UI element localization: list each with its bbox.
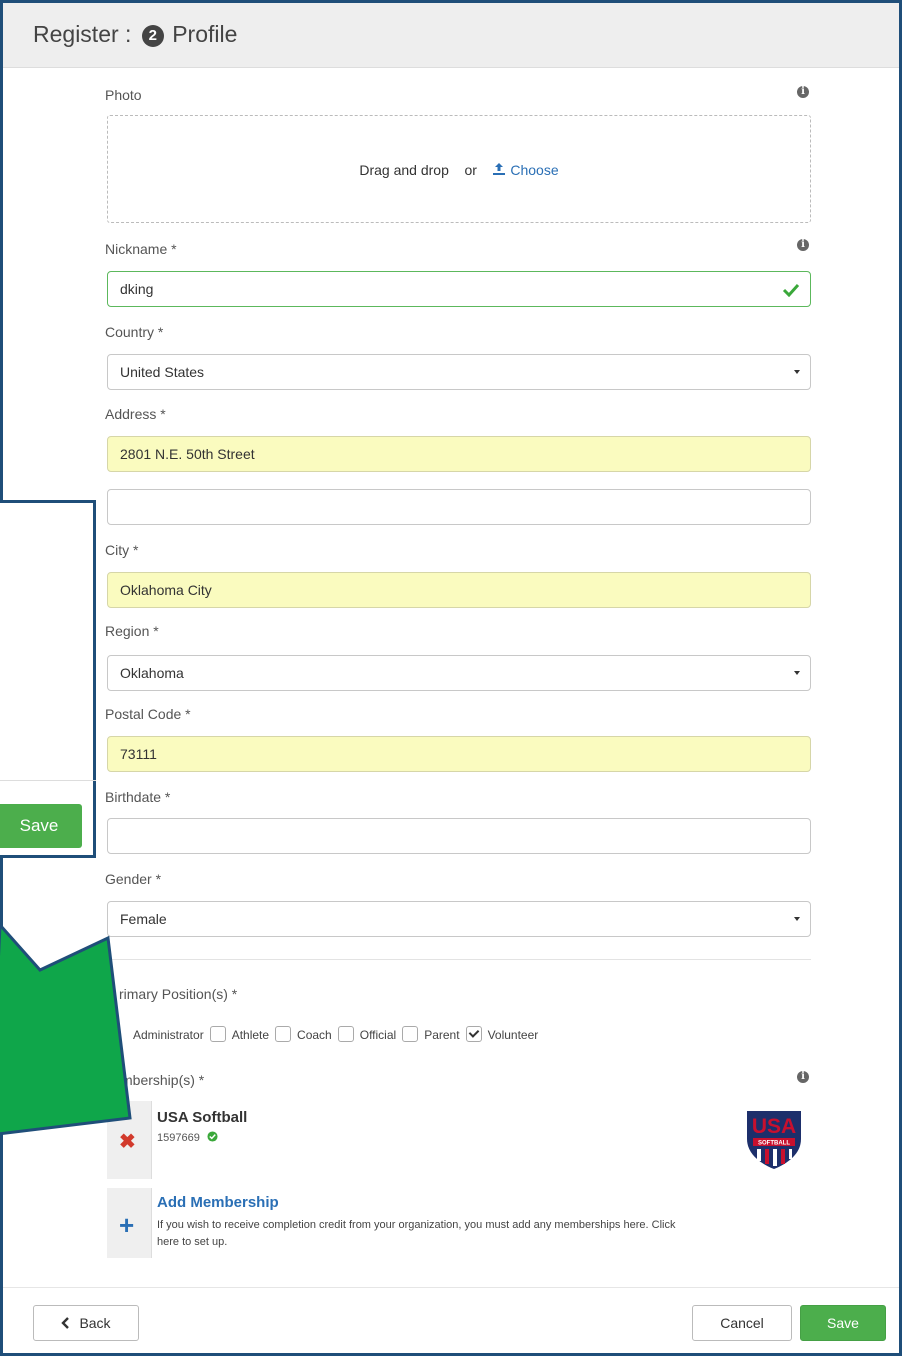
city-input[interactable]: Oklahoma City — [107, 572, 811, 608]
photo-dropzone[interactable]: Drag and drop or Choose — [107, 115, 811, 223]
title-prefix: Register : — [33, 21, 132, 47]
footer-divider — [3, 1287, 899, 1288]
address-line2-input[interactable] — [107, 489, 811, 525]
save-label: Save — [827, 1315, 859, 1331]
gender-select[interactable]: Female — [107, 901, 811, 937]
choose-link[interactable]: Choose — [492, 162, 559, 178]
gender-value: Female — [120, 911, 167, 927]
nickname-value: dking — [120, 281, 154, 297]
country-value: United States — [120, 364, 205, 380]
back-button[interactable]: Back — [33, 1305, 139, 1341]
positions-label: rimary Position(s) * — [119, 986, 238, 1002]
nickname-input[interactable]: dking — [107, 271, 811, 307]
region-label: Region * — [105, 623, 159, 639]
choose-label: Choose — [510, 162, 559, 178]
callout-save-label: Save — [19, 816, 59, 835]
chevron-left-icon — [61, 1317, 70, 1329]
region-value: Oklahoma — [120, 665, 184, 681]
birthdate-label: Birthdate * — [105, 789, 171, 805]
city-value: Oklahoma City — [120, 582, 212, 598]
drag-drop-text: Drag and drop — [359, 162, 449, 178]
remove-membership-button[interactable]: ✖ — [107, 1101, 152, 1179]
usa-softball-logo: USA SOFTBALL — [747, 1111, 801, 1169]
check-icon — [782, 283, 800, 297]
membership-card: ✖ USA Softball 1597669 — [107, 1101, 811, 1181]
add-membership-help-line1: If you wish to receive completion credit… — [157, 1219, 676, 1231]
country-label: Country * — [105, 324, 164, 340]
verified-icon — [207, 1131, 218, 1142]
position-label: Coach — [297, 1028, 332, 1042]
position-label: Official — [359, 1028, 397, 1042]
position-label: Volunteer — [487, 1028, 539, 1042]
address-label: Address * — [105, 406, 166, 422]
region-select[interactable]: Oklahoma — [107, 655, 811, 691]
step-badge: 2 — [141, 25, 164, 47]
position-label: Administrator — [133, 1028, 204, 1042]
remove-icon: ✖ — [119, 1131, 136, 1153]
info-icon[interactable]: i — [797, 1071, 809, 1083]
membership-org: USA Softball — [157, 1109, 248, 1126]
nickname-label: Nickname * — [105, 241, 177, 257]
chevron-down-icon — [794, 671, 800, 675]
page-title: Register : 2 Profile — [33, 21, 237, 48]
page-header: Register : 2 Profile — [3, 3, 899, 68]
plus-icon: + — [119, 1210, 135, 1240]
back-label: Back — [79, 1315, 111, 1331]
cancel-label: Cancel — [720, 1315, 764, 1331]
chevron-down-icon — [794, 370, 800, 374]
postal-label: Postal Code * — [105, 706, 191, 722]
add-membership-help: If you wish to receive completion credit… — [157, 1217, 675, 1251]
gender-label: Gender * — [105, 871, 162, 887]
membership-number-row: 1597669 — [157, 1131, 218, 1144]
callout-divider — [0, 780, 96, 781]
logo-softball: SOFTBALL — [758, 1141, 790, 1147]
position-label: Athlete — [231, 1028, 270, 1042]
memberships-label: mbership(s) * — [121, 1072, 205, 1088]
cancel-button[interactable]: Cancel — [692, 1305, 792, 1341]
position-checkbox[interactable] — [402, 1026, 419, 1042]
callout-save-button[interactable]: Save — [0, 804, 82, 848]
add-membership-card[interactable]: + Add Membership If you wish to receive … — [107, 1188, 811, 1260]
add-membership-help-line2: here to set up. — [157, 1236, 228, 1248]
position-checkbox[interactable] — [209, 1026, 226, 1042]
chevron-down-icon — [794, 917, 800, 921]
position-checkbox-checked[interactable] — [465, 1026, 482, 1042]
position-checkbox[interactable] — [275, 1026, 292, 1042]
position-label: Parent — [424, 1028, 460, 1042]
postal-input[interactable]: 73111 — [107, 736, 811, 772]
positions-group: Administrator Athlete Coach Official Parent V… — [133, 1026, 538, 1042]
logo-usa: USA — [752, 1115, 796, 1138]
address-line1-input[interactable]: 2801 N.E. 50th Street — [107, 436, 811, 472]
postal-value: 73111 — [120, 746, 157, 762]
add-membership-side[interactable]: + — [107, 1188, 152, 1258]
or-text: or — [464, 162, 477, 178]
save-button[interactable]: Save — [800, 1305, 886, 1341]
country-select[interactable]: United States — [107, 354, 811, 390]
info-icon[interactable]: i — [797, 239, 809, 251]
city-label: City * — [105, 542, 139, 558]
photo-label: Photo — [105, 87, 142, 103]
birthdate-input[interactable] — [107, 818, 811, 854]
position-checkbox[interactable] — [337, 1026, 354, 1042]
title-text: Profile — [172, 21, 238, 47]
divider — [107, 959, 811, 960]
info-icon[interactable]: i — [797, 86, 809, 98]
membership-number: 1597669 — [157, 1132, 200, 1144]
address-line1-value: 2801 N.E. 50th Street — [120, 446, 255, 462]
upload-icon — [493, 163, 506, 175]
register-frame: Register : 2 Profile Photo i Drag and dr… — [0, 0, 902, 1356]
add-membership-link[interactable]: Add Membership — [157, 1194, 279, 1211]
